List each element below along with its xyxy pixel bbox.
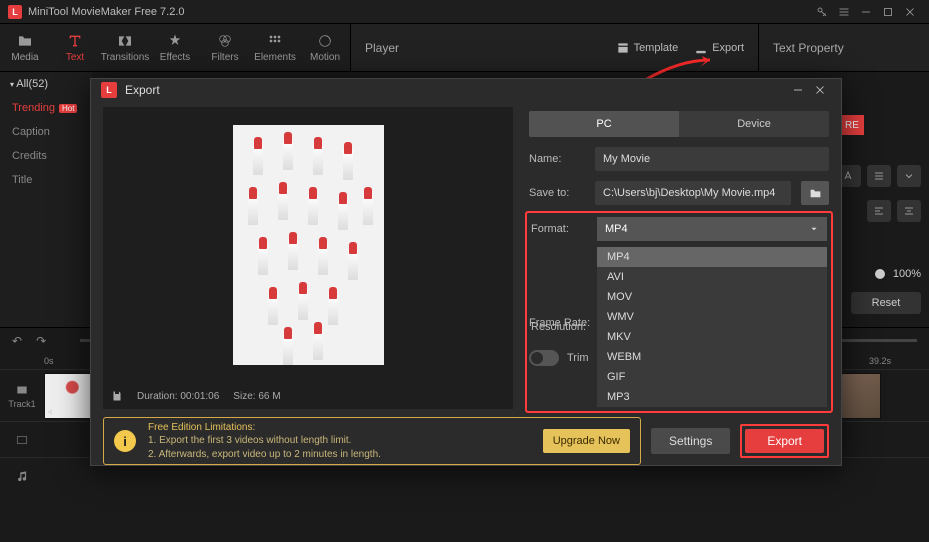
sidebar-item-credits[interactable]: Credits bbox=[0, 144, 92, 168]
format-select[interactable]: MP4 bbox=[597, 217, 827, 241]
re-badge: RE bbox=[840, 115, 864, 135]
export-button[interactable]: Export bbox=[745, 429, 824, 453]
modal-logo: L bbox=[101, 82, 117, 98]
limitations-box: i Free Edition Limitations: 1. Export th… bbox=[103, 417, 641, 465]
effects-icon bbox=[166, 32, 184, 50]
tab-filters-label: Filters bbox=[211, 52, 238, 63]
format-dropdown[interactable]: MP4 AVI MOV WMV MKV WEBM GIF MP3 bbox=[597, 247, 827, 407]
menu-icon[interactable] bbox=[833, 1, 855, 23]
saveto-input[interactable] bbox=[595, 181, 791, 205]
tab-elements[interactable]: Elements bbox=[250, 24, 300, 71]
sidebar-trending-label: Trending bbox=[12, 102, 55, 114]
export-highlight: Export bbox=[740, 424, 829, 458]
sidebar-all[interactable]: All(52) bbox=[0, 72, 92, 96]
format-option[interactable]: AVI bbox=[597, 267, 827, 287]
app-logo: L bbox=[8, 5, 22, 19]
elements-icon bbox=[266, 32, 284, 50]
tab-media[interactable]: Media bbox=[0, 24, 50, 71]
name-input[interactable] bbox=[595, 147, 829, 171]
modal-minimize-button[interactable] bbox=[787, 79, 809, 101]
maximize-button[interactable] bbox=[877, 1, 899, 23]
trim-label: Trim bbox=[567, 352, 589, 364]
format-option[interactable]: MP3 bbox=[597, 387, 827, 407]
key-icon[interactable] bbox=[811, 1, 833, 23]
app-title: MiniTool MovieMaker Free 7.2.0 bbox=[28, 6, 811, 18]
export-preview: Duration: 00:01:06 Size: 66 M bbox=[103, 107, 513, 409]
duration-info: Duration: 00:01:06 bbox=[137, 391, 219, 402]
line-height-chip[interactable] bbox=[867, 165, 891, 187]
export-modal: L Export bbox=[90, 78, 842, 466]
tab-filters[interactable]: Filters bbox=[200, 24, 250, 71]
tab-motion-label: Motion bbox=[310, 52, 340, 63]
zoom-indicator: 100% bbox=[875, 268, 921, 280]
save-icon bbox=[111, 390, 123, 402]
redo-button[interactable]: ↷ bbox=[36, 334, 46, 348]
format-option[interactable]: WEBM bbox=[597, 347, 827, 367]
text-icon bbox=[66, 32, 84, 50]
sidebar-item-title[interactable]: Title bbox=[0, 168, 92, 192]
format-option[interactable]: MKV bbox=[597, 327, 827, 347]
tab-effects-label: Effects bbox=[160, 52, 190, 63]
close-button[interactable] bbox=[899, 1, 921, 23]
info-icon: i bbox=[114, 430, 136, 452]
tab-text-label: Text bbox=[66, 52, 84, 63]
transitions-icon bbox=[116, 32, 134, 50]
tab-motion[interactable]: Motion bbox=[300, 24, 350, 71]
tab-transitions-label: Transitions bbox=[101, 52, 150, 63]
framerate-label: Frame Rate: bbox=[529, 317, 590, 329]
format-label: Format: bbox=[531, 223, 587, 235]
template-button[interactable]: Template bbox=[616, 41, 679, 55]
limitations-line1: 1. Export the first 3 videos without len… bbox=[148, 434, 531, 448]
tab-media-label: Media bbox=[11, 52, 38, 63]
undo-button[interactable]: ↶ bbox=[12, 334, 22, 348]
browse-button[interactable] bbox=[801, 181, 829, 205]
trim-toggle[interactable] bbox=[529, 350, 559, 366]
size-info: Size: 66 M bbox=[233, 391, 280, 402]
text-track-head bbox=[0, 433, 44, 447]
tab-text[interactable]: Text bbox=[50, 24, 100, 71]
format-option[interactable]: MOV bbox=[597, 287, 827, 307]
upgrade-button[interactable]: Upgrade Now bbox=[543, 429, 630, 453]
format-option[interactable]: GIF bbox=[597, 367, 827, 387]
tab-effects[interactable]: Effects bbox=[150, 24, 200, 71]
chevron-down-icon bbox=[809, 224, 819, 234]
sound-icon bbox=[47, 406, 59, 416]
tab-elements-label: Elements bbox=[254, 52, 296, 63]
text-property-panel-label: Text Property bbox=[759, 24, 929, 71]
format-option[interactable]: WMV bbox=[597, 307, 827, 327]
saveto-label: Save to: bbox=[529, 187, 585, 199]
filters-icon bbox=[216, 32, 234, 50]
hot-badge: Hot bbox=[59, 104, 77, 113]
limitations-line2: 2. Afterwards, export video up to 2 minu… bbox=[148, 448, 531, 462]
align-chip-2[interactable] bbox=[897, 200, 921, 222]
modal-close-button[interactable] bbox=[809, 79, 831, 101]
align-chip[interactable] bbox=[867, 200, 891, 222]
format-highlight-zone: Format: MP4 Resolution: MP4 AVI MOV WMV … bbox=[525, 211, 833, 413]
track1-head: Track1 bbox=[0, 383, 44, 409]
export-button-top[interactable]: Export bbox=[694, 41, 744, 55]
chevron-down-icon[interactable] bbox=[897, 165, 921, 187]
sidebar-item-caption[interactable]: Caption bbox=[0, 120, 92, 144]
limitations-header: Free Edition Limitations: bbox=[148, 421, 531, 435]
folder-icon bbox=[16, 32, 34, 50]
preview-thumbnail bbox=[233, 125, 384, 365]
audio-track-head bbox=[0, 469, 44, 483]
seg-pc[interactable]: PC bbox=[529, 111, 679, 137]
motion-icon bbox=[316, 32, 334, 50]
export-target-segmented[interactable]: PC Device bbox=[529, 111, 829, 137]
tab-transitions[interactable]: Transitions bbox=[100, 24, 150, 71]
reset-button[interactable]: Reset bbox=[851, 292, 921, 314]
minimize-button[interactable] bbox=[855, 1, 877, 23]
modal-title: Export bbox=[125, 83, 787, 97]
seg-device[interactable]: Device bbox=[679, 111, 829, 137]
sidebar-item-trending[interactable]: Trending Hot bbox=[0, 96, 92, 120]
name-label: Name: bbox=[529, 153, 585, 165]
player-label: Player bbox=[365, 41, 399, 55]
settings-button[interactable]: Settings bbox=[651, 428, 730, 454]
format-option[interactable]: MP4 bbox=[597, 247, 827, 267]
format-current: MP4 bbox=[605, 223, 628, 235]
